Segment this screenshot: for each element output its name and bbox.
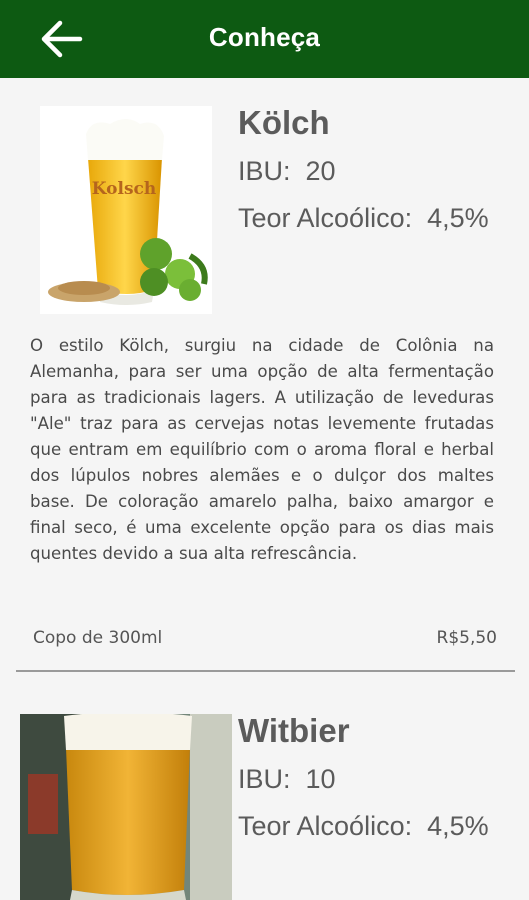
ibu-label: IBU: (238, 156, 291, 186)
glass-label-text: Kolsch (92, 179, 156, 199)
app-bar: Conheça (0, 0, 529, 78)
beer-image-kolch: Kolsch (40, 106, 212, 314)
beer-ibu: IBU: 10 (238, 764, 336, 795)
abv-label: Teor Alcoólico: (238, 203, 413, 233)
abv-value: 4,5% (427, 811, 489, 841)
beer-abv: Teor Alcoólico: 4,5% (238, 811, 489, 842)
price: R$5,50 (436, 628, 497, 648)
page-title: Conheça (208, 22, 321, 52)
ibu-value: 10 (305, 764, 336, 794)
beer-image-witbier (20, 714, 232, 900)
ibu-value: 20 (305, 156, 336, 186)
beer-ibu: IBU: 20 (238, 156, 336, 187)
beer-card-kolch[interactable]: Kolsch Kölch IBU: 20 Teor Alcoólico: 4,5… (0, 78, 529, 672)
ibu-label: IBU: (238, 764, 291, 794)
serving-size: Copo de 300ml (33, 628, 163, 648)
beer-abv: Teor Alcoólico: 4,5% (238, 203, 489, 234)
beer-name: Kölch (238, 104, 330, 141)
abv-label: Teor Alcoólico: (238, 811, 413, 841)
beer-card-witbier[interactable]: Witbier IBU: 10 Teor Alcoólico: 4,5% (0, 672, 529, 900)
abv-value: 4,5% (427, 203, 489, 233)
beer-name: Witbier (238, 712, 350, 749)
beer-description: O estilo Kölch, surgiu na cidade de Colô… (30, 336, 494, 563)
